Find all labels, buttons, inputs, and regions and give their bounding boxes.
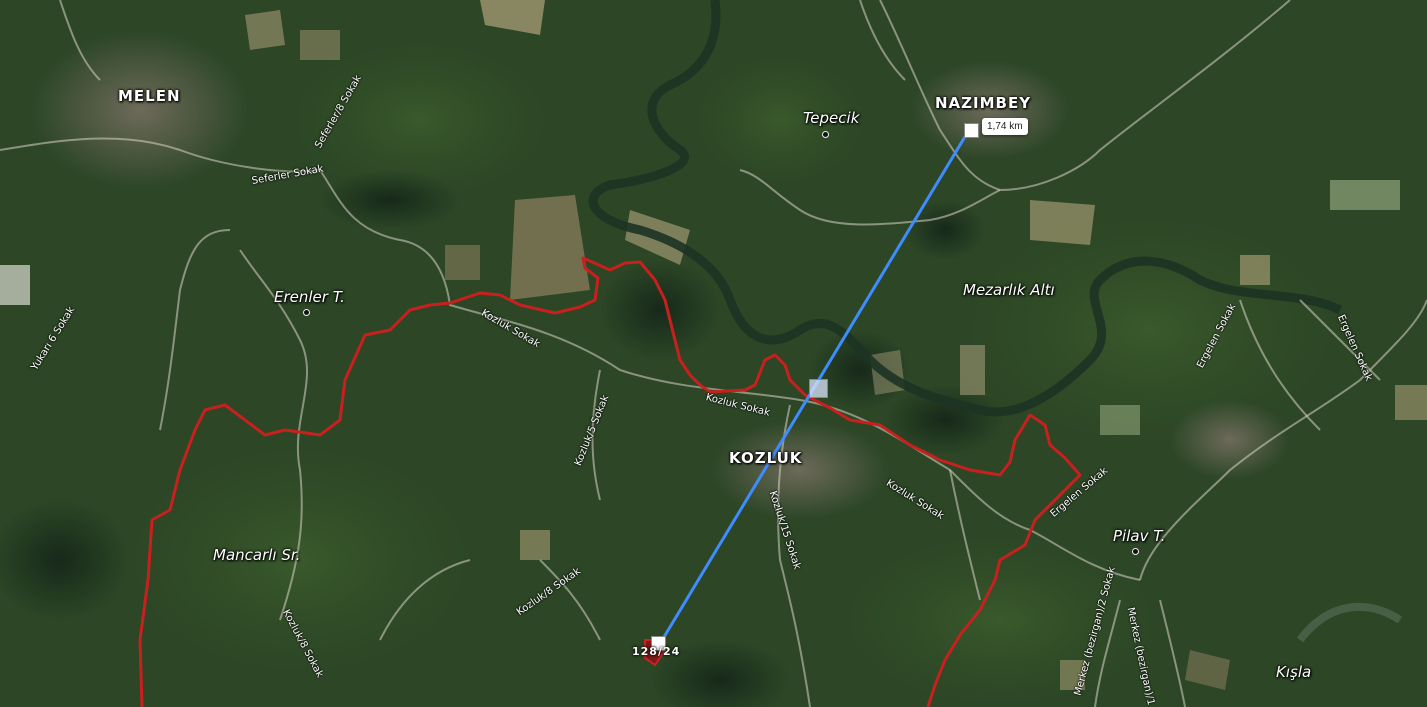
place-label-kisla: Kışla bbox=[1276, 663, 1312, 681]
boundary-line bbox=[138, 256, 1082, 707]
place-label-tepecik: Tepecik bbox=[803, 109, 860, 127]
distance-label: 1,74 km bbox=[982, 118, 1028, 135]
place-label-mezarlik-alti: Mezarlık Altı bbox=[963, 281, 1055, 299]
measure-start-handle[interactable] bbox=[964, 123, 979, 138]
measure-midpoint-handle[interactable] bbox=[809, 379, 828, 398]
poi-dot-erenler bbox=[303, 309, 310, 316]
poi-dot-tepecik bbox=[822, 131, 829, 138]
place-label-nazimbey: NAZIMBEY bbox=[935, 94, 1032, 112]
place-label-kozluk: KOZLUK bbox=[729, 449, 803, 467]
place-label-erenler: Erenler T. bbox=[274, 288, 345, 306]
place-label-melen: MELEN bbox=[118, 87, 181, 105]
map-view[interactable]: 1,74 km 128/24 MELEN NAZIMBEY KOZLUK Tep… bbox=[0, 0, 1427, 707]
place-label-pilav: Pilav T. bbox=[1113, 527, 1166, 545]
poi-dot-pilav bbox=[1132, 548, 1139, 555]
place-label-mancarli: Mancarlı Sr. bbox=[213, 546, 301, 564]
parcel-label: 128/24 bbox=[632, 645, 681, 658]
